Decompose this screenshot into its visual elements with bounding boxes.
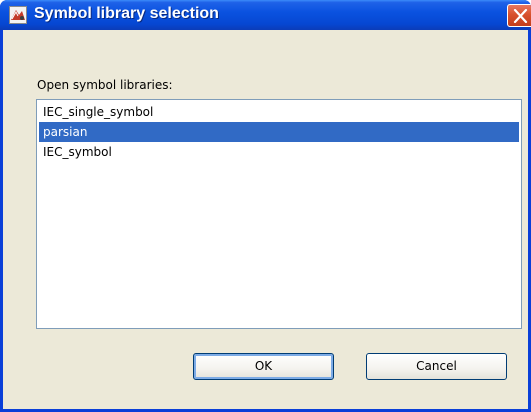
library-item-iec-symbol[interactable]: IEC_symbol: [39, 142, 519, 162]
symbol-library-dialog: Symbol library selection Open symbol lib…: [0, 0, 531, 412]
title-bar[interactable]: Symbol library selection: [0, 0, 531, 30]
window-title: Symbol library selection: [34, 5, 219, 22]
symbol-library-app-icon: [9, 6, 27, 24]
dialog-body: Open symbol libraries: IEC_single_symbol…: [3, 30, 528, 409]
library-item-iec-single-symbol[interactable]: IEC_single_symbol: [39, 102, 519, 122]
open-libraries-label: Open symbol libraries:: [37, 78, 173, 92]
cancel-button[interactable]: Cancel: [366, 353, 507, 380]
close-icon: [513, 9, 528, 23]
ok-button[interactable]: OK: [193, 353, 334, 380]
close-button[interactable]: [507, 4, 531, 27]
symbol-library-list[interactable]: IEC_single_symbol parsian IEC_symbol: [36, 99, 522, 329]
library-item-parsian[interactable]: parsian: [39, 122, 519, 142]
